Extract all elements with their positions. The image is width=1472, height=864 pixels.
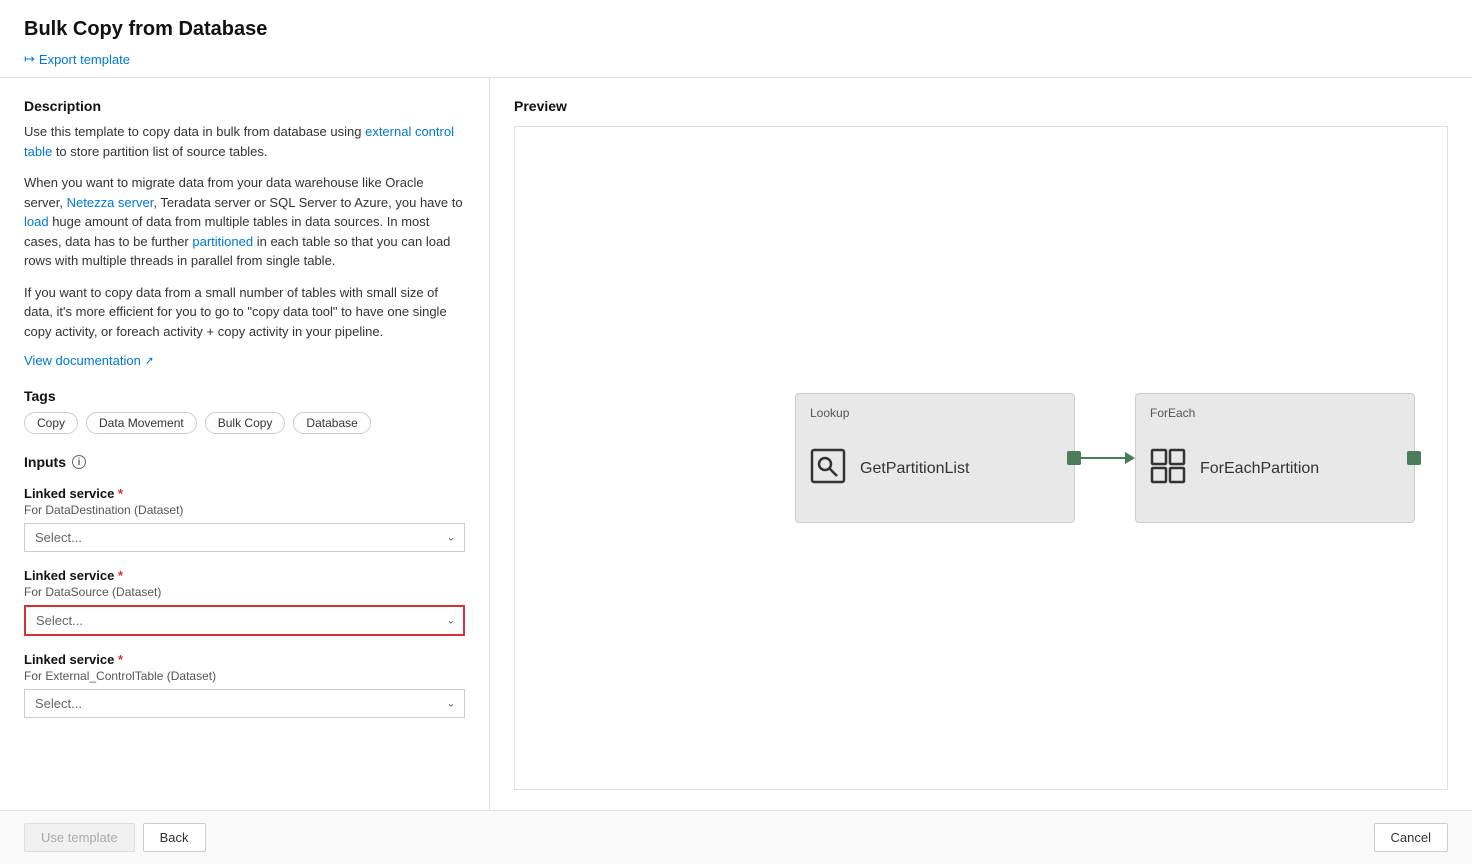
linked-service-2-label: Linked service * [24,568,465,583]
tags-title: Tags [24,388,465,404]
lookup-icon [810,448,846,491]
foreach-right-connector [1407,451,1421,465]
use-template-button[interactable]: Use template [24,823,135,852]
foreach-node-body: ForEachPartition [1150,428,1400,510]
lookup-right-connector [1067,451,1081,465]
page-title: Bulk Copy from Database [24,18,1448,41]
tag-bulk-copy: Bulk Copy [205,412,286,434]
linked-service-1-select[interactable]: Select... [24,523,465,552]
pipeline-arrow [1075,452,1135,464]
linked-service-1-wrapper: Select... ⌄ [24,523,465,552]
tag-copy: Copy [24,412,78,434]
foreach-node-type: ForEach [1150,406,1400,420]
pipeline-diagram: Lookup GetPartitionList [795,393,1415,523]
inputs-section: Inputs i Linked service * For DataDestin… [24,454,465,718]
page-container: Bulk Copy from Database ↦ Export templat… [0,0,1472,864]
tags-section: Tags Copy Data Movement Bulk Copy Databa… [24,388,465,434]
right-panel: Preview Lookup [490,78,1472,810]
lookup-node: Lookup GetPartitionList [795,393,1075,523]
left-panel: Description Use this template to copy da… [0,78,490,810]
description-section: Description Use this template to copy da… [24,98,465,388]
lookup-node-type: Lookup [810,406,1060,420]
description-title: Description [24,98,465,114]
description-p1: Use this template to copy data in bulk f… [24,122,465,161]
linked-service-field-3: Linked service * For External_ControlTab… [24,652,465,718]
back-button[interactable]: Back [143,823,206,852]
foreach-node: ForEach ForEachPartition [1135,393,1415,523]
tag-database: Database [293,412,370,434]
lookup-node-body: GetPartitionList [810,428,1060,510]
linked-service-2-wrapper: Select... ⌄ [24,605,465,636]
export-template-link[interactable]: ↦ Export template [24,51,130,67]
foreach-icon [1150,448,1186,491]
foreach-activity-name: ForEachPartition [1200,460,1319,478]
description-p3: If you want to copy data from a small nu… [24,283,465,342]
preview-title: Preview [514,98,1448,114]
view-documentation-link[interactable]: View documentation ➚ [24,353,154,368]
inputs-title: Inputs i [24,454,465,470]
tag-data-movement: Data Movement [86,412,197,434]
export-arrow-icon: ↦ [24,51,35,67]
page-header: Bulk Copy from Database ↦ Export templat… [0,0,1472,78]
tags-container: Copy Data Movement Bulk Copy Database [24,412,465,434]
linked-service-2-select[interactable]: Select... [24,605,465,636]
main-content: Description Use this template to copy da… [0,78,1472,810]
footer-left-actions: Use template Back [24,823,206,852]
inputs-info-icon: i [72,455,86,469]
preview-canvas: Lookup GetPartitionList [514,126,1448,790]
page-footer: Use template Back Cancel [0,810,1472,864]
description-p2: When you want to migrate data from your … [24,173,465,271]
linked-service-3-select[interactable]: Select... [24,689,465,718]
linked-service-2-sublabel: For DataSource (Dataset) [24,585,465,599]
external-link-icon: ➚ [145,354,154,367]
linked-service-1-label: Linked service * [24,486,465,501]
linked-service-3-wrapper: Select... ⌄ [24,689,465,718]
cancel-button[interactable]: Cancel [1374,823,1448,852]
linked-service-1-sublabel: For DataDestination (Dataset) [24,503,465,517]
linked-service-3-sublabel: For External_ControlTable (Dataset) [24,669,465,683]
linked-service-field-1: Linked service * For DataDestination (Da… [24,486,465,552]
linked-service-field-2: Linked service * For DataSource (Dataset… [24,568,465,636]
linked-service-3-label: Linked service * [24,652,465,667]
lookup-activity-name: GetPartitionList [860,460,969,478]
